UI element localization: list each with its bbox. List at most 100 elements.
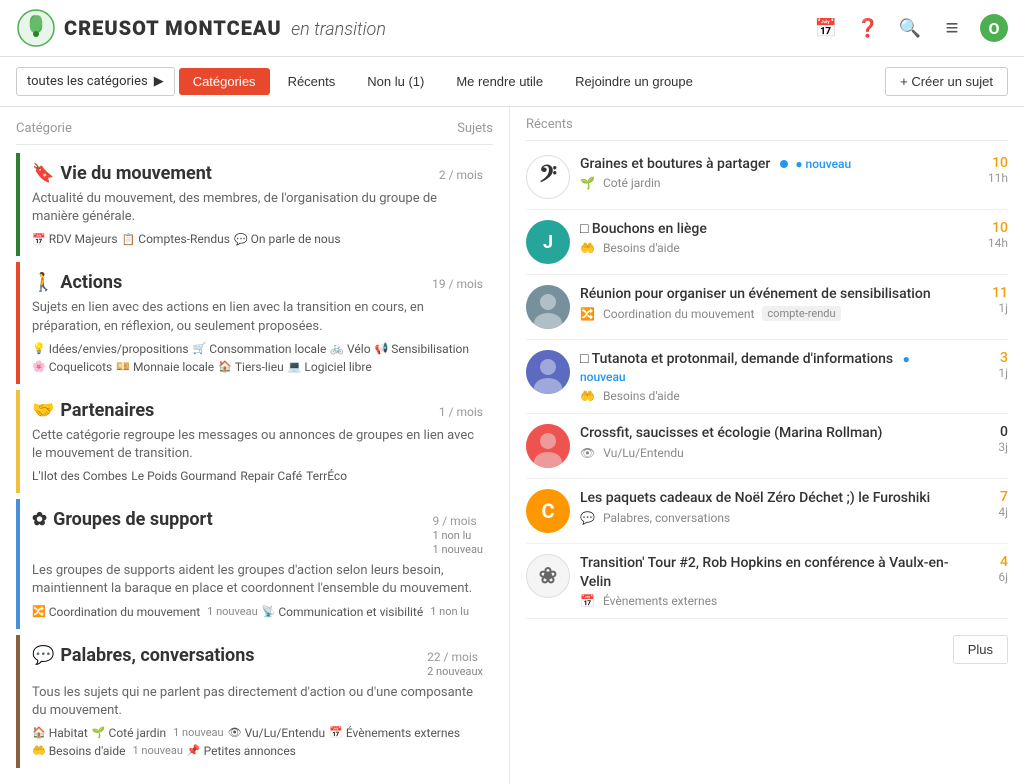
recent-title: Réunion pour organiser un événement de s… [580, 285, 958, 303]
sub-icon: 🔀 [580, 307, 595, 321]
logo-area: CREUSOT MONTCEAU en transition [16, 8, 386, 48]
sub-icon: 💬 [580, 511, 595, 525]
recent-item[interactable]: Crossfit, saucisses et écologie (Marina … [526, 414, 1008, 479]
recent-sub: 📅 Évènements externes [580, 594, 958, 608]
recent-time: 4j [968, 505, 1008, 519]
calendar-icon[interactable]: 📅 [812, 14, 840, 42]
category-partenaires[interactable]: 🤝 Partenaires 1 / mois Cette catégorie r… [16, 390, 493, 493]
tab-recents[interactable]: Récents [274, 68, 350, 95]
more-button[interactable]: Plus [953, 635, 1008, 664]
categories-panel: Catégorie Sujets 🔖 Vie du mouvement 2 / … [0, 107, 510, 784]
recent-time: 6j [968, 570, 1008, 584]
recent-count: 10 [968, 220, 1008, 236]
sub-icon: 🤲 [580, 241, 595, 255]
groupes-count: 9 / mois 1 non lu 1 nouveau [433, 514, 483, 556]
recent-item[interactable]: C Les paquets cadeaux de Noël Zéro Déche… [526, 479, 1008, 544]
recent-count: 3 [968, 350, 1008, 366]
avatar-image [526, 350, 570, 394]
recent-item[interactable]: 𝄢 Graines et boutures à partager ● nouve… [526, 145, 1008, 210]
recent-title: Les paquets cadeaux de Noël Zéro Déchet … [580, 489, 958, 507]
tab-merendre[interactable]: Me rendre utile [442, 68, 557, 95]
create-topic-button[interactable]: + Créer un sujet [885, 67, 1008, 96]
recent-sub: 🔀 Coordination du mouvement compte-rendu [580, 306, 958, 321]
category-palabres[interactable]: 💬 Palabres, conversations 22 / mois 2 no… [16, 635, 493, 768]
palabres-icon: 💬 [32, 645, 54, 666]
recent-title: □ Tutanota et protonmail, demande d'info… [580, 350, 958, 386]
navbar: toutes les catégories ▶ Catégories Récen… [0, 57, 1024, 107]
sub-icon: 👁 [580, 446, 595, 460]
vie-tags: 📅 RDV Majeurs 📋 Comptes-Rendus 💬 On parl… [32, 232, 483, 246]
main-content: Catégorie Sujets 🔖 Vie du mouvement 2 / … [0, 107, 1024, 784]
partenaires-icon: 🤝 [32, 400, 54, 421]
palabres-desc: Tous les sujets qui ne parlent pas direc… [32, 684, 483, 720]
user-avatar[interactable]: O [980, 14, 1008, 42]
recent-avatar [526, 424, 570, 468]
groupes-tags: 🔀 Coordination du mouvement 1 nouveau 📡 … [32, 605, 483, 619]
tab-categories[interactable]: Catégories [179, 68, 270, 95]
recent-time: 3j [968, 440, 1008, 454]
recent-count: 11 [968, 285, 1008, 301]
search-icon[interactable]: 🔍 [896, 14, 924, 42]
recent-item[interactable]: J □ Bouchons en liège 🤲 Besoins d'aide 1… [526, 210, 1008, 275]
logo-text: CREUSOT MONTCEAU en transition [64, 16, 386, 40]
category-vie[interactable]: 🔖 Vie du mouvement 2 / mois Actualité du… [16, 153, 493, 256]
tab-nonlu[interactable]: Non lu (1) [353, 68, 438, 95]
partenaires-tags: L'Ilot des Combes Le Poids Gourmand Repa… [32, 469, 483, 483]
category-vie-title: Vie du mouvement [60, 163, 211, 184]
tag-label: compte-rendu [762, 306, 840, 321]
partenaires-desc: Cette catégorie regroupe les messages ou… [32, 427, 483, 463]
recent-item[interactable]: □ Tutanota et protonmail, demande d'info… [526, 340, 1008, 414]
recent-content: □ Bouchons en liège 🤲 Besoins d'aide [580, 220, 958, 255]
vie-count: 2 / mois [439, 168, 483, 182]
recent-title: □ Bouchons en liège [580, 220, 958, 238]
help-icon[interactable]: ❓ [854, 14, 882, 42]
actions-count: 19 / mois [432, 277, 483, 291]
palabres-count: 22 / mois 2 nouveaux [427, 650, 483, 678]
recent-sub: 💬 Palabres, conversations [580, 511, 958, 525]
recent-avatar: C [526, 489, 570, 533]
recent-count: 0 [968, 424, 1008, 440]
recent-time: 14h [968, 236, 1008, 250]
groupes-desc: Les groupes de supports aident les group… [32, 562, 483, 598]
recent-content: Réunion pour organiser un événement de s… [580, 285, 958, 321]
recent-avatar [526, 285, 570, 329]
recent-meta: 7 4j [968, 489, 1008, 519]
sub-icon: 📅 [580, 594, 595, 608]
recent-sub: 🤲 Besoins d'aide [580, 389, 958, 403]
recent-count: 10 [968, 155, 1008, 171]
recents-panel: Récents 𝄢 Graines et boutures à partager… [510, 107, 1024, 784]
new-indicator [780, 160, 788, 168]
recent-title: Transition' Tour #2, Rob Hopkins en conf… [580, 554, 958, 590]
recent-count: 4 [968, 554, 1008, 570]
category-groupes-title: Groupes de support [53, 509, 213, 530]
recent-content: Crossfit, saucisses et écologie (Marina … [580, 424, 958, 459]
recent-meta: 4 6j [968, 554, 1008, 584]
recent-sub: 👁 Vu/Lu/Entendu [580, 446, 958, 460]
sub-icon: 🤲 [580, 389, 595, 403]
category-groupes[interactable]: ✿ Groupes de support 9 / mois 1 non lu 1… [16, 499, 493, 628]
menu-icon[interactable]: ≡ [938, 14, 966, 42]
avatar-image [526, 424, 570, 468]
vie-icon: 🔖 [32, 163, 54, 184]
recent-meta: 3 1j [968, 350, 1008, 380]
partenaires-count: 1 / mois [439, 405, 483, 419]
recent-title: Graines et boutures à partager ● nouveau [580, 155, 958, 173]
recent-avatar: 𝄢 [526, 155, 570, 199]
col-headers: Catégorie Sujets [16, 117, 493, 145]
recent-meta: 0 3j [968, 424, 1008, 454]
categories-dropdown[interactable]: toutes les catégories ▶ [16, 67, 175, 96]
actions-tags: 💡 Idées/envies/propositions 🛒 Consommati… [32, 342, 483, 374]
recent-item[interactable]: ❀ Transition' Tour #2, Rob Hopkins en co… [526, 544, 1008, 618]
category-partenaires-title: Partenaires [60, 400, 154, 421]
header: CREUSOT MONTCEAU en transition 📅 ❓ 🔍 ≡ O [0, 0, 1024, 57]
tab-rejoindre[interactable]: Rejoindre un groupe [561, 68, 707, 95]
sub-icon: 🌱 [580, 176, 595, 190]
category-actions[interactable]: 🚶 Actions 19 / mois Sujets en lien avec … [16, 262, 493, 383]
recent-sub: 🌱 Coté jardin [580, 176, 958, 190]
dropdown-arrow-icon: ▶ [154, 74, 164, 89]
category-actions-title: Actions [60, 272, 122, 293]
avatar-image [526, 285, 570, 329]
logo-icon [16, 8, 56, 48]
recent-item[interactable]: Réunion pour organiser un événement de s… [526, 275, 1008, 340]
vie-desc: Actualité du mouvement, des membres, de … [32, 190, 483, 226]
